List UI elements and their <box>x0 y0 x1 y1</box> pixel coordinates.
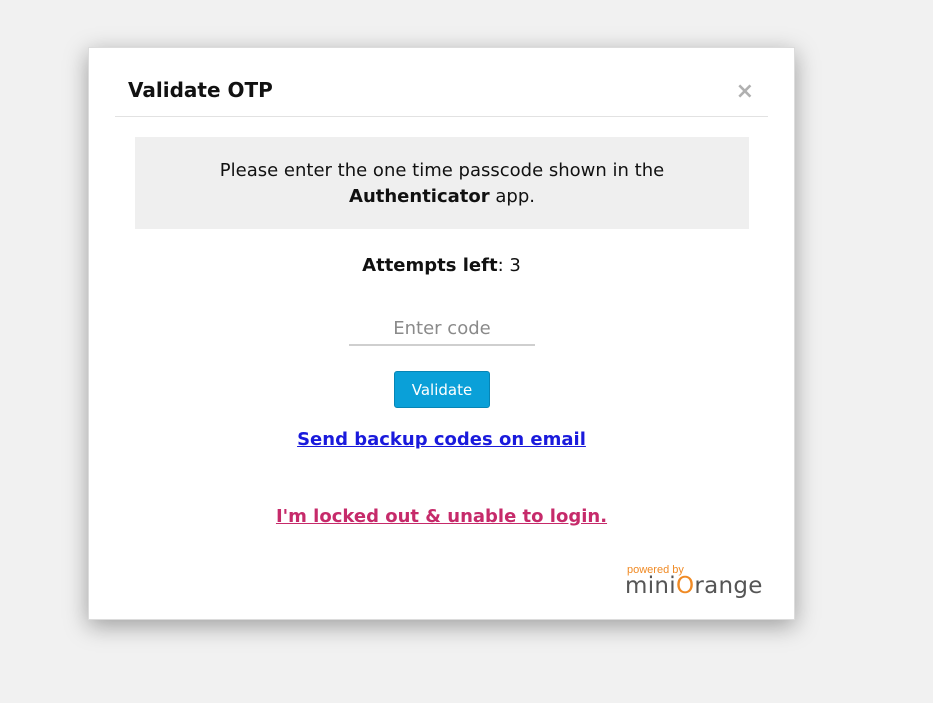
attempts-left: Attempts left: 3 <box>89 255 794 276</box>
brand-part2: range <box>694 573 763 599</box>
modal-title: Validate OTP <box>128 78 273 102</box>
attempts-count: 3 <box>509 255 521 276</box>
message-suffix: app. <box>489 186 535 207</box>
locked-out-link[interactable]: I'm locked out & unable to login. <box>89 506 794 527</box>
send-backup-codes-link[interactable]: Send backup codes on email <box>89 429 794 450</box>
modal-header: Validate OTP × <box>115 48 768 117</box>
message-prefix: Please enter the one time passcode shown… <box>219 160 665 181</box>
brand-o: O <box>675 573 695 599</box>
instruction-message: Please enter the one time passcode shown… <box>135 137 749 229</box>
otp-code-input[interactable] <box>349 312 535 346</box>
attempts-separator: : <box>497 255 510 276</box>
authenticator-app-name: Authenticator <box>349 186 490 207</box>
validate-button[interactable]: Validate <box>394 371 490 408</box>
brand-part1: mini <box>625 573 676 599</box>
attempts-label: Attempts left <box>362 255 498 276</box>
miniorange-logo: powered by miniOrange <box>625 562 762 606</box>
brand-name: miniOrange <box>625 573 763 599</box>
close-icon[interactable]: × <box>736 81 754 103</box>
otp-modal: Validate OTP × Please enter the one time… <box>88 47 795 620</box>
